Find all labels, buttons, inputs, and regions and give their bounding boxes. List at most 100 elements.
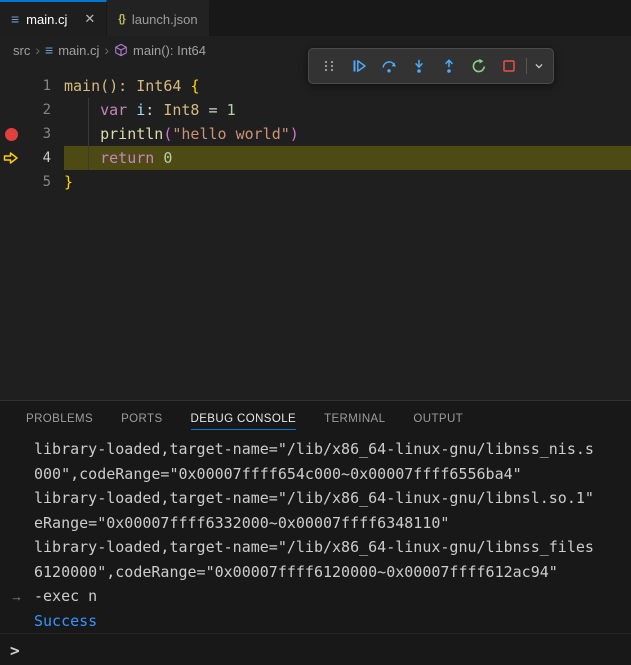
close-icon[interactable]: ✕ bbox=[84, 11, 95, 27]
tab-label: main.cj bbox=[26, 12, 67, 27]
code-token bbox=[64, 125, 100, 143]
stop-button[interactable] bbox=[494, 51, 523, 81]
code-line[interactable]: } bbox=[64, 170, 631, 194]
line-number: 1 bbox=[22, 74, 64, 98]
debug-toolbar bbox=[308, 48, 554, 84]
line-number: 4 bbox=[22, 146, 64, 170]
console-prompt-icon: > bbox=[10, 641, 20, 660]
editor-gutter: 3 bbox=[0, 122, 64, 146]
editor-gutter: 2 bbox=[0, 98, 64, 122]
console-text: eRange="0x00007ffff6332000~0x00007ffff63… bbox=[34, 514, 449, 532]
editor-line: 3 println("hello world") bbox=[0, 122, 631, 146]
toolbar-separator bbox=[526, 58, 527, 74]
code-token: Int8 bbox=[163, 101, 199, 119]
editor-gutter: 1 bbox=[0, 74, 64, 98]
panel-tab-bar: PROBLEMSPORTSDEBUG CONSOLETERMINALOUTPUT bbox=[0, 401, 631, 437]
console-input-arrow-icon: → bbox=[0, 589, 34, 604]
console-text: Success bbox=[34, 612, 97, 630]
editor-tab-launch-json[interactable]: {} launch.json bbox=[107, 0, 209, 36]
code-token: 0 bbox=[163, 149, 172, 167]
code-token: 1 bbox=[227, 101, 236, 119]
console-text: 000",codeRange="0x00007ffff654c000~0x000… bbox=[34, 465, 522, 483]
console-line: →-exec n bbox=[0, 584, 631, 609]
code-line[interactable]: var i: Int8 = 1 bbox=[64, 98, 631, 122]
panel-tab-debug-console[interactable]: DEBUG CONSOLE bbox=[177, 401, 311, 437]
step-over-button[interactable] bbox=[374, 51, 403, 81]
breadcrumb-separator: › bbox=[104, 42, 109, 58]
tab-label: launch.json bbox=[132, 12, 198, 27]
code-token: "hello world" bbox=[172, 125, 289, 143]
code-line[interactable]: println("hello world") bbox=[64, 122, 631, 146]
step-into-icon bbox=[411, 58, 427, 74]
panel-tab-terminal[interactable]: TERMINAL bbox=[310, 401, 399, 437]
gutter-marker[interactable] bbox=[0, 146, 22, 170]
step-over-icon bbox=[381, 58, 397, 74]
code-token: = bbox=[199, 101, 226, 119]
code-token: : bbox=[145, 101, 163, 119]
continue-icon bbox=[351, 58, 367, 74]
console-text: 6120000",codeRange="0x00007ffff6120000~0… bbox=[34, 563, 558, 581]
editor-gutter: 4 bbox=[0, 146, 64, 170]
editor-line: 5 } bbox=[0, 170, 631, 194]
gutter-marker[interactable] bbox=[0, 98, 22, 122]
file-icon: ≡ bbox=[11, 12, 19, 26]
toolbar-drag-handle[interactable] bbox=[314, 51, 343, 81]
debug-console-input[interactable]: > bbox=[0, 633, 631, 665]
console-text: library-loaded,target-name="/lib/x86_64-… bbox=[34, 538, 594, 556]
gripper-icon bbox=[321, 58, 337, 74]
console-line: 6120000",codeRange="0x00007ffff6120000~0… bbox=[0, 560, 631, 585]
symbol-method-icon bbox=[114, 43, 128, 57]
breadcrumb-label: main(): Int64 bbox=[133, 43, 206, 58]
code-tokens: main(): Int64 { bbox=[64, 74, 199, 98]
console-text: library-loaded,target-name="/lib/x86_64-… bbox=[34, 489, 594, 507]
gutter-marker[interactable] bbox=[0, 170, 22, 194]
line-number: 5 bbox=[22, 170, 64, 194]
breadcrumb-label: src bbox=[13, 43, 30, 58]
breakpoint-icon[interactable] bbox=[5, 128, 18, 141]
code-token bbox=[154, 149, 163, 167]
code-token: { bbox=[190, 77, 199, 95]
code-line[interactable]: return 0 bbox=[64, 146, 631, 170]
editor-gutter: 5 bbox=[0, 170, 64, 194]
code-token: } bbox=[64, 173, 73, 191]
editor-tab-main-cj[interactable]: ≡ main.cj ✕ bbox=[0, 0, 107, 36]
restart-button[interactable] bbox=[464, 51, 493, 81]
panel-tab-output[interactable]: OUTPUT bbox=[399, 401, 477, 437]
console-text: library-loaded,target-name="/lib/x86_64-… bbox=[34, 440, 594, 458]
vscode-window: ≡ main.cj ✕ {} launch.json src›≡main.cj›… bbox=[0, 0, 631, 665]
tab-bar: ≡ main.cj ✕ {} launch.json bbox=[0, 0, 631, 36]
gutter-marker[interactable] bbox=[0, 74, 22, 98]
bottom-panel: PROBLEMSPORTSDEBUG CONSOLETERMINALOUTPUT… bbox=[0, 400, 631, 665]
stop-icon bbox=[501, 58, 517, 74]
code-token bbox=[64, 149, 100, 167]
code-token: i bbox=[136, 101, 145, 119]
console-line: Success bbox=[0, 609, 631, 634]
file-icon: ≡ bbox=[45, 42, 53, 58]
continue-button[interactable] bbox=[344, 51, 373, 81]
current-line-arrow-icon bbox=[3, 150, 19, 166]
code-tokens: return 0 bbox=[64, 146, 172, 170]
breadcrumb-item[interactable]: main(): Int64 bbox=[111, 43, 209, 58]
code-token bbox=[64, 101, 100, 119]
editor[interactable]: 1 main(): Int64 { 2 var i: Int8 = 1 3 pr… bbox=[0, 64, 631, 400]
more-debug-actions-button[interactable] bbox=[530, 51, 548, 81]
chevron-down-icon bbox=[532, 59, 546, 73]
panel-tab-ports[interactable]: PORTS bbox=[107, 401, 176, 437]
code-tokens: var i: Int8 = 1 bbox=[64, 98, 236, 122]
line-number: 3 bbox=[22, 122, 64, 146]
console-line: library-loaded,target-name="/lib/x86_64-… bbox=[0, 535, 631, 560]
step-into-button[interactable] bbox=[404, 51, 433, 81]
step-out-button[interactable] bbox=[434, 51, 463, 81]
line-number: 2 bbox=[22, 98, 64, 122]
code-token: var bbox=[100, 101, 127, 119]
breadcrumb-item[interactable]: src bbox=[10, 43, 33, 58]
code-token: ) bbox=[290, 125, 299, 143]
breadcrumb-label: main.cj bbox=[58, 43, 99, 58]
code-token bbox=[127, 101, 136, 119]
breadcrumb-item[interactable]: ≡ main.cj bbox=[42, 42, 102, 58]
restart-icon bbox=[471, 58, 487, 74]
gutter-marker[interactable] bbox=[0, 122, 22, 146]
console-text: -exec n bbox=[34, 587, 97, 605]
panel-tab-problems[interactable]: PROBLEMS bbox=[12, 401, 107, 437]
code-token: println bbox=[100, 125, 163, 143]
